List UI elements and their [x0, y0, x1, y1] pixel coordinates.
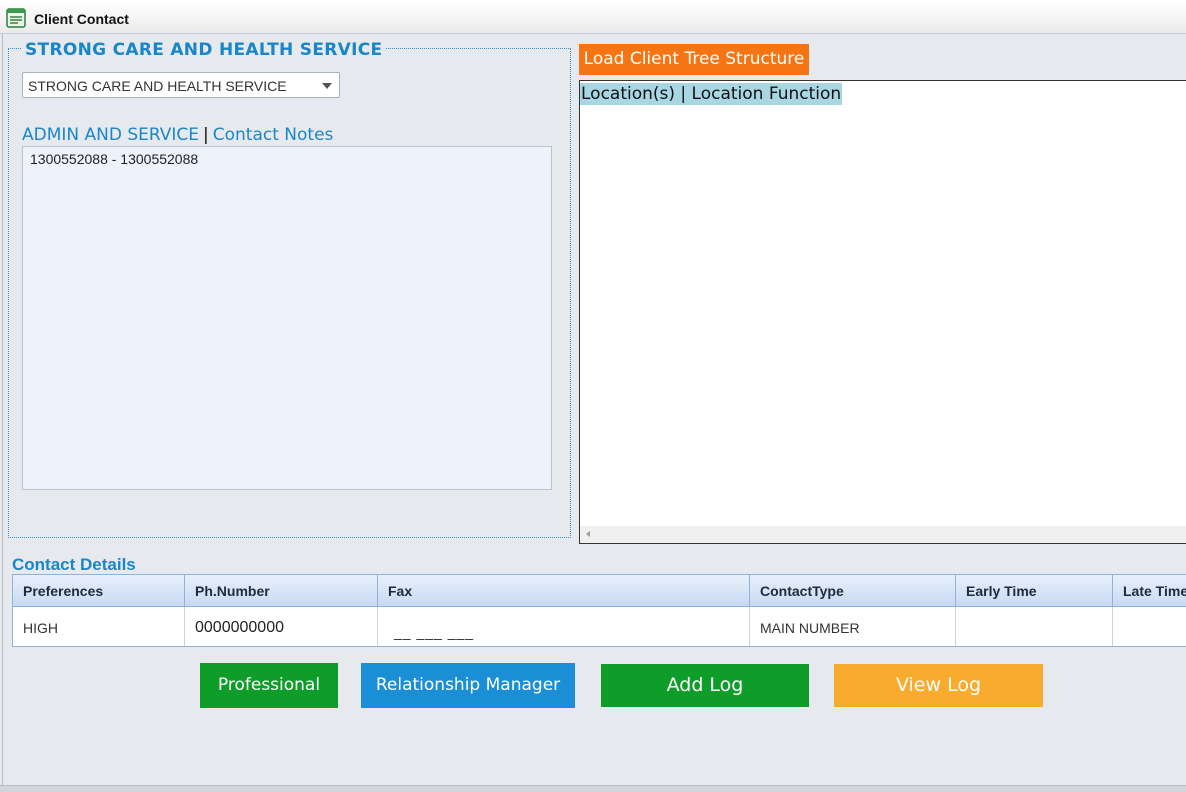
tree-header: Location(s) | Location Function: [580, 83, 843, 105]
notes-line: 1300552088 - 1300552088: [30, 151, 199, 167]
client-legend: STRONG CARE AND HEALTH SERVICE: [22, 40, 386, 60]
client-links: ADMIN AND SERVICE | Contact Notes: [22, 125, 333, 145]
client-tree-panel[interactable]: Location(s) | Location Function: [579, 80, 1186, 544]
cell-early-time: [956, 607, 1113, 646]
cell-late-time: [1113, 607, 1186, 646]
professional-button[interactable]: Professional: [200, 663, 338, 708]
client-select[interactable]: STRONG CARE AND HEALTH SERVICE: [22, 72, 340, 98]
cell-contact-type: MAIN NUMBER: [750, 607, 956, 646]
title-bar: Client Contact: [0, 0, 1186, 34]
view-log-button[interactable]: View Log: [834, 664, 1043, 707]
scroll-left-arrow-icon[interactable]: [586, 531, 590, 537]
column-header-preferences[interactable]: Preferences: [13, 575, 185, 607]
cell-ph-number: 0000000000: [185, 607, 378, 646]
window-bottom-edge: [0, 785, 1186, 792]
cell-preferences: HIGH: [13, 607, 185, 646]
chevron-down-icon[interactable]: [322, 83, 332, 89]
load-client-tree-button[interactable]: Load Client Tree Structure: [579, 44, 809, 75]
add-log-button[interactable]: Add Log: [601, 664, 809, 707]
admin-and-service-link[interactable]: ADMIN AND SERVICE: [22, 125, 199, 145]
column-header-contact-type[interactable]: ContactType: [750, 575, 956, 607]
contact-details-title: Contact Details: [12, 555, 136, 574]
window-title: Client Contact: [34, 11, 129, 27]
horizontal-scrollbar[interactable]: [580, 526, 1186, 543]
cell-fax: __ ___ ___: [378, 607, 750, 646]
contact-notes-box[interactable]: 1300552088 - 1300552088: [22, 146, 552, 490]
grid-header-row: Preferences Ph.Number Fax ContactType Ea…: [13, 575, 1186, 607]
form-window-icon: [6, 8, 26, 28]
link-separator: |: [203, 125, 209, 145]
contact-details-grid: Preferences Ph.Number Fax ContactType Ea…: [12, 574, 1186, 647]
client-select-value: STRONG CARE AND HEALTH SERVICE: [28, 78, 287, 94]
column-header-early-time[interactable]: Early Time: [956, 575, 1113, 607]
relationship-manager-button[interactable]: Relationship Manager: [361, 663, 575, 708]
contact-notes-link[interactable]: Contact Notes: [213, 125, 334, 145]
column-header-ph-number[interactable]: Ph.Number: [185, 575, 378, 607]
column-header-late-time[interactable]: Late Time: [1113, 575, 1186, 607]
column-header-fax[interactable]: Fax: [378, 575, 750, 607]
